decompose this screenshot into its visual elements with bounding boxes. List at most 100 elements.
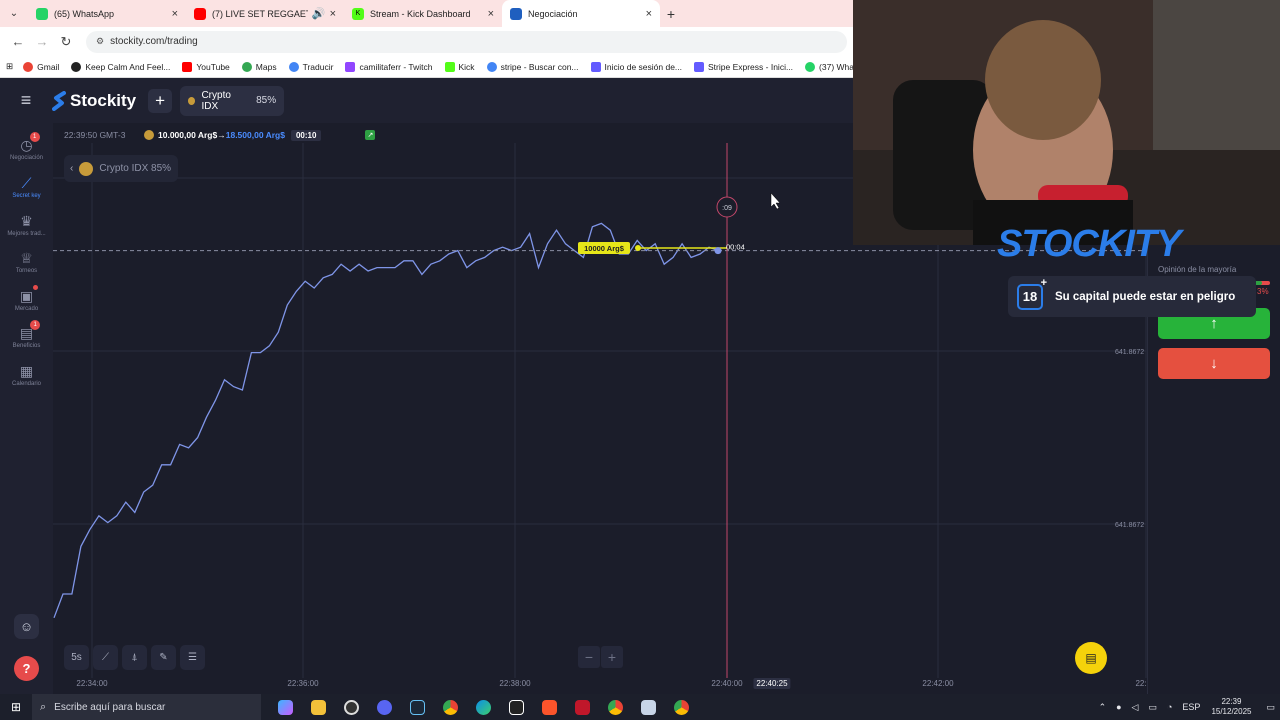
layout-icon[interactable]: ☰ [180,645,205,670]
time-tick: 22:42:00 [922,679,954,688]
bookmark-whatsapp[interactable]: (37) WhatsApp [805,61,853,72]
translate-icon [288,61,299,72]
sidebar-item-negociacion[interactable]: ◷ 1 Negociación [0,132,53,161]
taskbar-app-brave[interactable] [533,694,566,720]
price-tick-label: 641.8672 [1115,522,1144,529]
zoom-out-button[interactable]: − [578,646,600,668]
address-bar-row: ← → ↻ ⚙ stockity.com/trading [0,27,853,56]
bookmark-maps[interactable]: Maps [241,61,277,72]
help-icon[interactable]: ? [14,656,39,681]
forward-icon[interactable]: → [30,34,54,49]
taskbar-app-copilot[interactable] [269,694,302,720]
sidebar-item-secret-key[interactable]: ⟋ Secret key [0,175,53,199]
tab-negociacion[interactable]: Negociación × [502,0,660,27]
bookmark-traducir[interactable]: Traducir [288,61,333,72]
sidebar-item-torneos[interactable]: ♕ Torneos [0,250,53,274]
taskbar-clock[interactable]: 22:39 15/12/2025 [1211,697,1251,717]
apps-grid-icon[interactable]: ⊞ [6,61,13,72]
taskbar-app-capcut[interactable] [500,694,533,720]
bookmark-kick[interactable]: Kick [444,61,475,72]
taskbar-app-obs[interactable] [335,694,368,720]
taskbar-app-explorer[interactable] [302,694,335,720]
reload-icon[interactable]: ↻ [54,34,78,50]
back-icon[interactable]: ← [6,34,30,49]
url-input[interactable]: ⚙ stockity.com/trading [86,30,847,53]
site-info-icon[interactable]: ⚙ [96,36,104,47]
taskbar-app-chrome-2[interactable] [599,694,632,720]
sidebar-item-label: Calendario [11,381,42,387]
interval-button[interactable]: 5s [64,645,89,670]
close-icon[interactable]: × [488,8,494,20]
gmail-icon [23,61,34,72]
sidebar-item-mercado[interactable]: ▣ Mercado [0,285,53,312]
chart-type-icon[interactable]: ⟋ [93,645,118,670]
chevron-up-icon[interactable]: ⌃ [1099,702,1107,713]
tab-kick[interactable]: K Stream - Kick Dashboard × [344,0,502,27]
webcam-overlay [853,0,1280,245]
notifications-icon[interactable]: ▭ [1266,702,1275,713]
asset-tab[interactable]: Crypto IDX 85% [180,85,285,116]
close-icon[interactable]: × [330,8,336,20]
mouse-cursor-icon [770,192,781,210]
language-indicator[interactable]: ESP [1182,702,1200,712]
bookmark-keep-calm[interactable]: Keep Calm And Feel... [71,61,171,72]
close-icon[interactable]: × [172,8,178,20]
taskbar-search[interactable]: ⌕ Escribe aquí para buscar [32,694,261,720]
asset-tab-payout: 85% [256,95,277,106]
expand-arrow-icon[interactable]: ↗ [365,130,376,140]
close-icon[interactable]: × [646,8,652,20]
volume-icon[interactable]: ◁ [1132,702,1139,713]
twitch-icon [345,61,356,72]
taskbar-app-chrome[interactable] [434,694,467,720]
menu-icon[interactable]: ≡ [0,90,52,111]
sell-down-button[interactable]: ↓ [1158,348,1270,379]
windows-start-icon[interactable]: ⊞ [0,700,32,714]
calculator-button[interactable]: ▤ [1075,642,1107,674]
add-asset-button[interactable]: + [148,88,173,113]
bookmark-icon [71,61,82,72]
age-restriction-icon: 18 [1017,277,1047,310]
bookmark-twitch[interactable]: camilitaferr - Twitch [345,61,433,72]
tab-whatsapp[interactable]: (65) WhatsApp × [28,0,186,27]
bookmark-label: stripe - Buscar con... [500,61,579,72]
microphone-icon[interactable]: ● [1116,702,1121,712]
tab-youtube[interactable]: (7) LIVE SET REGGAETON C 🔊 × [186,0,344,27]
display-icon[interactable]: ▭ [1148,702,1157,713]
bookmark-label: (37) WhatsApp [819,61,853,72]
taskbar-app-chrome-3[interactable] [665,694,698,720]
sidebar-item-calendario[interactable]: ▦ Calendario [0,363,53,387]
sidebar-item-mejores-traders[interactable]: ♛ Mejores trad... [0,213,53,237]
chevron-left-icon[interactable]: ‹ [70,163,73,174]
maps-icon [241,61,252,72]
speaker-icon[interactable]: 🔊 [312,7,326,20]
taskbar-app-edge[interactable] [467,694,500,720]
time-tick: 22:40:00 [711,679,743,688]
taskbar-app-discord[interactable] [368,694,401,720]
sidebar-item-beneficios[interactable]: ▤ 1 Beneficios [0,320,53,349]
bookmark-stripe-express[interactable]: Stripe Express - Inici... [694,61,793,72]
taskbar-app-steam[interactable] [401,694,434,720]
bookmark-stripe-login[interactable]: Inicio de sesión de... [590,61,682,72]
indicators-icon[interactable]: ⍋ [122,645,147,670]
trade-timer-label: 00:04 [726,243,745,252]
taskbar-app-notepad[interactable] [632,694,665,720]
sidebar-item-label: Torneos [15,268,38,274]
bookmark-stripe-search[interactable]: stripe - Buscar con... [486,61,579,72]
asset-selector[interactable]: ‹ Crypto IDX 85% [64,155,178,182]
zoom-in-button[interactable]: + [601,646,623,668]
account-info-row: 22:39:50 GMT-3 10.000,00 Arg$ → 18.500,0… [64,128,376,142]
bookmark-label: Keep Calm And Feel... [85,61,171,72]
bookmark-gmail[interactable]: Gmail [23,61,59,72]
stripe-icon [590,61,601,72]
bookmark-youtube[interactable]: YouTube [182,61,230,72]
chrome-icon [608,699,623,715]
draw-icon[interactable]: ✎ [151,645,176,670]
kick-icon [444,61,455,72]
taskbar-app-streamer[interactable] [566,694,599,720]
network-icon[interactable]: ◔ [1167,702,1172,712]
tab-search-chevron-icon[interactable]: ⌄ [0,0,28,27]
brand-logo[interactable]: Stockity [52,90,136,111]
kick-icon: K [352,7,364,20]
new-tab-button[interactable]: + [660,6,682,22]
support-user-icon[interactable]: ☺ [14,614,39,639]
